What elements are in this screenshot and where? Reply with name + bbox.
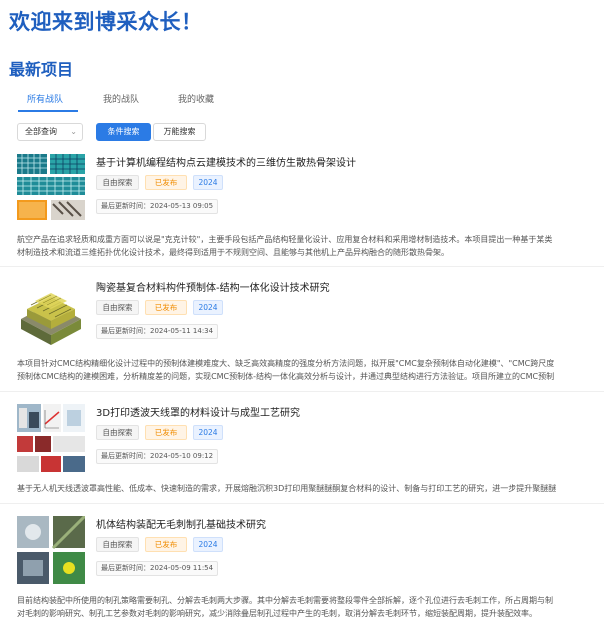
active-tab-indicator xyxy=(18,110,78,112)
project-title[interactable]: 机体结构装配无毛刺制孔基础技术研究 xyxy=(96,516,266,531)
tag-project-type: 自由探索 xyxy=(96,537,139,552)
chevron-down-icon: ⌄ xyxy=(70,127,77,136)
tag-year: 2024 xyxy=(193,537,223,552)
project-description: 基于无人机天线透波罩高性能、低成本、快速制造的需求，开展熔融沉积3D打印用聚醚醚… xyxy=(17,482,604,495)
project-thumbnail[interactable] xyxy=(17,404,85,472)
universal-search-button[interactable]: 万能搜索 xyxy=(153,123,206,141)
tab-my-favorites[interactable]: 我的收藏 xyxy=(178,92,214,105)
project-thumbnail[interactable] xyxy=(17,516,85,584)
query-type-select[interactable]: 全部查询 ⌄ xyxy=(17,123,83,141)
project-description: 本项目针对CMC结构精细化设计过程中的预制体建模难度大、缺乏高效高精度的强度分析… xyxy=(17,357,604,383)
tag-project-type: 自由探索 xyxy=(96,300,139,315)
project-description-line: 预制体CMC结构的建模困难，分析精度差的问题，实现CMC预制体-结构一体化高效分… xyxy=(17,372,555,381)
project-title[interactable]: 陶瓷基复合材料构件预制体-结构一体化设计技术研究 xyxy=(96,279,330,294)
page: 欢迎来到博采众长！ 最新项目 所有战队 我的战队 我的收藏 全部查询 ⌄ 条件搜… xyxy=(0,0,604,631)
tag-year: 2024 xyxy=(193,175,223,190)
divider xyxy=(0,391,604,392)
project-description: 航空产品在追求轻质和成重方面可以说是"克克计较"，主要手段包括产品结构轻量化设计… xyxy=(17,233,604,259)
last-updated: 最后更新时间：2024-05-09 11:54 xyxy=(96,561,219,576)
tag-status: 已发布 xyxy=(145,537,187,552)
project-description-line: 目前结构装配中所使用的制孔策略需要制孔、分解去毛刺两大步骤。其中分解去毛刺需要将… xyxy=(17,596,553,605)
last-updated: 最后更新时间：2024-05-11 14:34 xyxy=(96,324,219,339)
project-thumbnail[interactable] xyxy=(17,154,85,222)
project-description-line: 基于无人机天线透波罩高性能、低成本、快速制造的需求，开展熔融沉积3D打印用聚醚醚… xyxy=(17,484,557,493)
project-description-line: 航空产品在追求轻质和成重方面可以说是"克克计较"，主要手段包括产品结构轻量化设计… xyxy=(17,235,553,244)
tag-project-type: 自由探索 xyxy=(96,175,139,190)
last-updated: 最后更新时间：2024-05-13 09:05 xyxy=(96,199,219,214)
welcome-heading: 欢迎来到博采众长！ xyxy=(9,10,203,34)
project-description-line: 对毛刺的影响研究、制孔工艺参数对毛刺的影响研究，减少消除叠层制孔过程中产生的毛刺… xyxy=(17,609,537,618)
project-title[interactable]: 3D打印透波天线罩的材料设计与成型工艺研究 xyxy=(96,404,300,419)
tag-year: 2024 xyxy=(193,425,223,440)
tab-bar: 所有战队 我的战队 我的收藏 xyxy=(0,92,604,114)
project-title[interactable]: 基于计算机编程结构点云建模技术的三维仿生散热骨架设计 xyxy=(96,154,356,169)
divider xyxy=(0,266,604,267)
project-thumbnail[interactable] xyxy=(17,279,85,347)
tag-status: 已发布 xyxy=(145,425,187,440)
tag-year: 2024 xyxy=(193,300,223,315)
tab-all-teams[interactable]: 所有战队 xyxy=(27,92,63,105)
condition-search-button[interactable]: 条件搜索 xyxy=(96,123,151,141)
tab-my-teams[interactable]: 我的战队 xyxy=(103,92,139,105)
project-description: 目前结构装配中所使用的制孔策略需要制孔、分解去毛刺两大步骤。其中分解去毛刺需要将… xyxy=(17,594,604,620)
project-description-line: 材制造技术和流道三维拓扑优化设计技术，最终得到适用于不规则空间、且能够与其他机上… xyxy=(17,248,449,257)
query-type-value: 全部查询 xyxy=(25,127,57,136)
project-description-line: 本项目针对CMC结构精细化设计过程中的预制体建模难度大、缺乏高效高精度的强度分析… xyxy=(17,359,555,368)
tag-status: 已发布 xyxy=(145,300,187,315)
last-updated: 最后更新时间：2024-05-10 09:12 xyxy=(96,449,219,464)
tag-status: 已发布 xyxy=(145,175,187,190)
tag-project-type: 自由探索 xyxy=(96,425,139,440)
divider xyxy=(0,503,604,504)
section-title: 最新项目 xyxy=(9,60,74,79)
